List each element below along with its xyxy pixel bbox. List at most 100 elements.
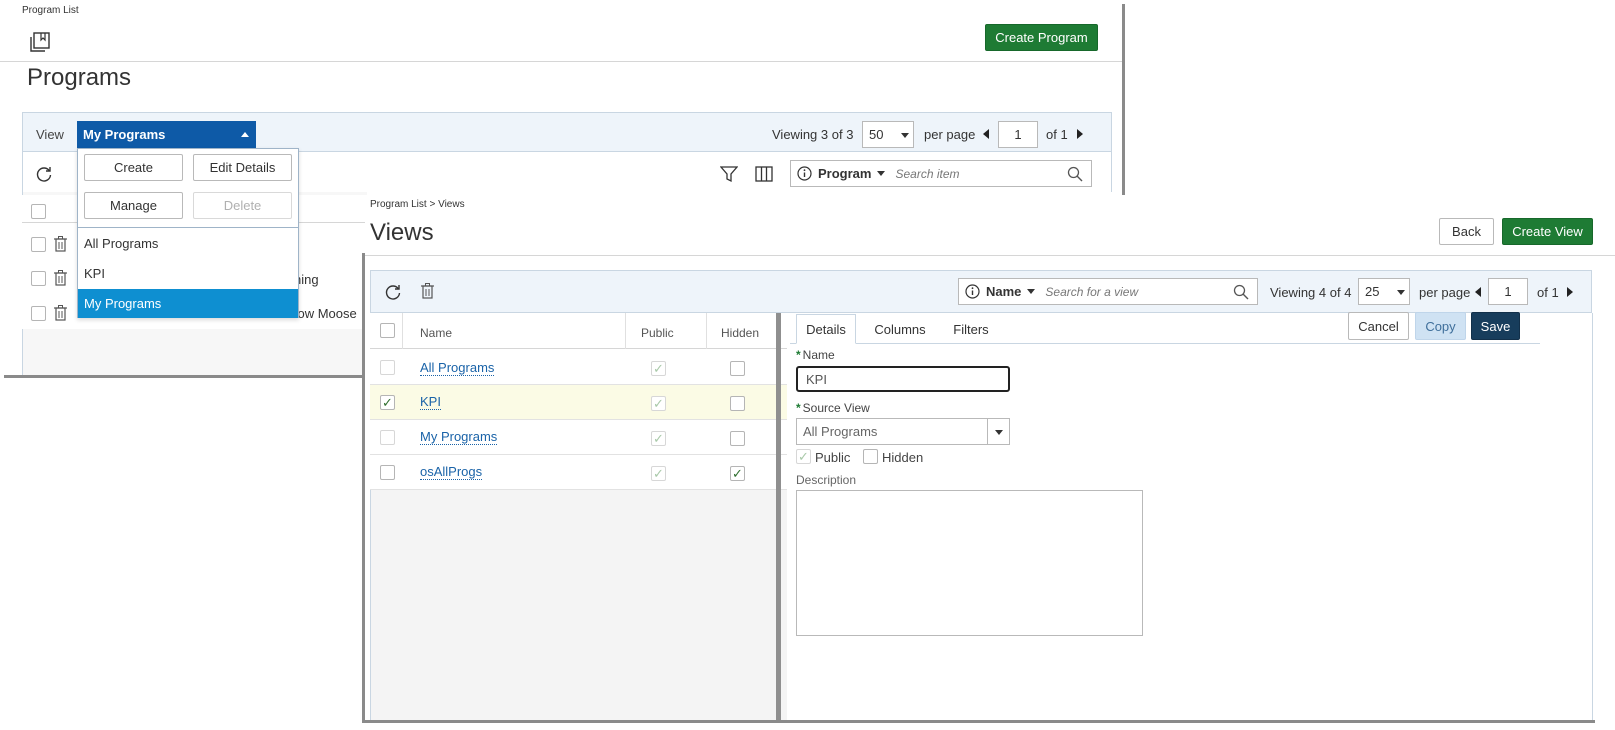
window-edge	[365, 720, 1595, 723]
delete-view-button[interactable]: Delete	[193, 192, 292, 219]
row-checkbox[interactable]	[31, 306, 46, 321]
checkmark-icon: ✓	[653, 466, 664, 481]
next-page-icon[interactable]	[1077, 129, 1083, 139]
window-edge	[1122, 4, 1125, 196]
row-checkbox[interactable]	[31, 271, 46, 286]
create-view-button[interactable]: Create View	[1502, 218, 1593, 245]
per-page-value: 25	[1365, 284, 1380, 299]
tab-filters[interactable]: Filters	[943, 314, 999, 344]
create-program-button[interactable]: Create Program	[985, 24, 1098, 51]
row-checkbox[interactable]	[380, 465, 395, 480]
prev-page-icon[interactable]	[1475, 287, 1481, 297]
row-checkbox[interactable]	[380, 360, 395, 375]
select-all-checkbox[interactable]	[380, 323, 395, 338]
page-total: of 1	[1046, 127, 1068, 142]
view-label: View	[36, 127, 64, 142]
row-checkbox[interactable]	[31, 237, 46, 252]
public-label: Public	[815, 450, 851, 465]
per-page-select[interactable]: 50	[862, 121, 914, 148]
required-marker: *	[796, 348, 801, 362]
source-view-label: * Source View	[796, 401, 870, 415]
program-search[interactable]: Program Search item	[790, 160, 1092, 187]
search-icon[interactable]	[1067, 166, 1083, 182]
column-header-name[interactable]: Name	[420, 326, 452, 340]
search-input[interactable]: Search for a view	[1045, 285, 1138, 299]
row-checkbox[interactable]: ✓	[380, 395, 395, 410]
search-field-select[interactable]: Name	[986, 284, 1021, 299]
row-checkbox[interactable]	[380, 430, 395, 445]
trash-icon[interactable]	[53, 235, 68, 253]
per-page-select[interactable]: 25	[1358, 278, 1410, 305]
view-dropdown-menu: Create Edit Details Manage Delete All Pr…	[77, 148, 299, 318]
source-view-select[interactable]: All Programs	[796, 418, 1010, 445]
viewing-count: Viewing 3 of 3	[772, 127, 854, 142]
views-window: Program List > Views Views Back Create V…	[365, 195, 1615, 730]
name-input[interactable]: KPI	[796, 366, 1010, 392]
view-option[interactable]: KPI	[78, 259, 298, 288]
columns-icon[interactable]	[755, 165, 773, 183]
caret-down-icon	[1397, 290, 1405, 295]
view-select[interactable]: My Programs	[77, 121, 256, 148]
manage-views-button[interactable]: Manage	[84, 192, 183, 219]
breadcrumb[interactable]: Program List > Views	[370, 199, 465, 210]
copy-button[interactable]: Copy	[1415, 312, 1466, 340]
source-view-label-text: Source View	[802, 401, 870, 415]
refresh-icon[interactable]	[35, 165, 53, 183]
header-divider	[365, 255, 1615, 256]
next-page-icon[interactable]	[1567, 287, 1573, 297]
hidden-checkbox[interactable]	[863, 449, 878, 464]
search-icon[interactable]	[1233, 284, 1249, 300]
info-icon	[965, 284, 980, 299]
public-checkbox: ✓	[651, 431, 666, 446]
create-view-button[interactable]: Create	[84, 154, 183, 181]
page-input[interactable]: 1	[998, 121, 1038, 148]
save-button[interactable]: Save	[1471, 312, 1520, 340]
tab-details[interactable]: Details	[796, 314, 856, 344]
trash-icon[interactable]	[53, 304, 68, 322]
column-header-hidden[interactable]: Hidden	[721, 326, 759, 340]
refresh-icon[interactable]	[384, 283, 402, 301]
trash-icon[interactable]	[53, 269, 68, 287]
trash-icon[interactable]	[420, 282, 435, 300]
cancel-button[interactable]: Cancel	[1348, 312, 1409, 340]
page-title: Views	[370, 219, 434, 246]
page-input[interactable]: 1	[1488, 278, 1528, 305]
hidden-checkbox[interactable]: ✓	[730, 466, 745, 481]
view-option[interactable]: All Programs	[78, 229, 298, 258]
view-name-link[interactable]: osAllProgs	[420, 464, 483, 480]
caret-down-icon[interactable]	[877, 171, 886, 176]
per-page-label: per page	[1419, 285, 1471, 300]
edit-details-button[interactable]: Edit Details	[193, 154, 292, 181]
name-label-text: Name	[802, 348, 835, 362]
prev-page-icon[interactable]	[983, 129, 989, 139]
hidden-checkbox[interactable]	[730, 396, 745, 411]
caret-down-icon	[995, 430, 1003, 435]
back-button[interactable]: Back	[1439, 218, 1494, 245]
caret-down-icon[interactable]	[1027, 289, 1036, 294]
view-option-selected[interactable]: My Programs	[78, 289, 298, 318]
search-input[interactable]: Search item	[895, 167, 959, 181]
view-name-link[interactable]: KPI	[420, 394, 441, 410]
view-search[interactable]: Name Search for a view	[958, 278, 1258, 305]
menu-divider	[78, 227, 298, 228]
hidden-label: Hidden	[882, 450, 924, 465]
source-view-value: All Programs	[803, 424, 878, 439]
hidden-checkbox[interactable]	[730, 431, 745, 446]
filter-icon[interactable]	[720, 165, 738, 183]
breadcrumb[interactable]: Program List	[22, 5, 79, 16]
name-label: * Name	[796, 348, 835, 362]
select-all-checkbox[interactable]	[31, 204, 46, 219]
view-name-link[interactable]: My Programs	[420, 429, 498, 445]
required-marker: *	[796, 401, 801, 415]
page-title: Programs	[27, 64, 132, 91]
description-textarea[interactable]	[796, 490, 1143, 636]
caret-down-icon	[901, 133, 909, 138]
description-label: Description	[796, 473, 857, 487]
hidden-checkbox[interactable]	[730, 361, 745, 376]
program-list-icon[interactable]	[29, 31, 51, 53]
column-header-public[interactable]: Public	[641, 326, 674, 340]
view-name-link[interactable]: All Programs	[420, 360, 495, 376]
public-checkbox: ✓	[651, 361, 666, 376]
tab-columns[interactable]: Columns	[865, 314, 935, 344]
search-field-select[interactable]: Program	[818, 166, 871, 181]
